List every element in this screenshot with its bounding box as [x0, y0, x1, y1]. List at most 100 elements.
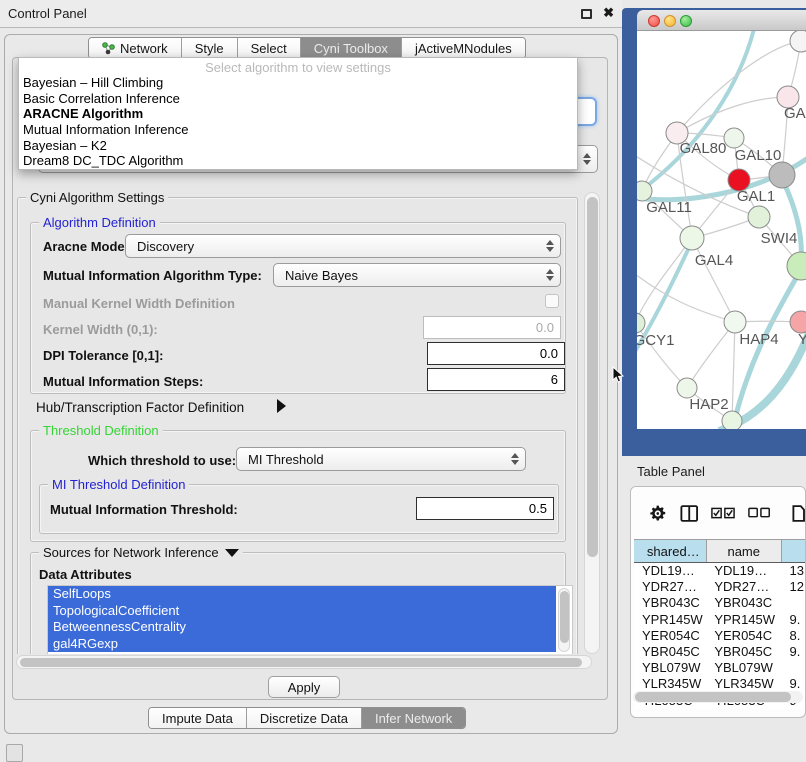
algorithm-option[interactable]: Bayesian – Hill Climbing — [19, 75, 577, 91]
column-header[interactable]: shared… — [634, 540, 707, 562]
close-panel-icon[interactable]: ✖ — [603, 5, 614, 21]
table-row[interactable]: YBR043CYBR043C — [634, 595, 806, 611]
combo-arrows-icon — [546, 240, 554, 252]
network-node-hap4[interactable] — [724, 311, 746, 333]
kernel-width-label: Kernel Width (0,1): — [43, 322, 158, 337]
network-desktop: GALGAL80GAL10GAL1GAL11GAL4SWI4GCY1HAP4YH… — [622, 8, 806, 456]
float-panel-icon[interactable] — [581, 9, 592, 19]
panel-grip-button[interactable] — [6, 744, 23, 762]
expand-arrow-icon[interactable] — [277, 399, 286, 413]
tab-discretize-data[interactable]: Discretize Data — [247, 708, 362, 728]
aracne-mode-combo[interactable]: Discovery — [125, 234, 561, 258]
table-cell: YDR27… — [634, 579, 706, 595]
mi-threshold-group-title: MI Threshold Definition — [48, 477, 189, 492]
table-cell — [781, 595, 806, 611]
network-canvas[interactable]: GALGAL80GAL10GAL1GAL11GAL4SWI4GCY1HAP4YH… — [637, 31, 806, 429]
manual-kernel-checkbox[interactable] — [545, 294, 559, 308]
network-node-swi4[interactable] — [787, 252, 806, 280]
tab-infer-network[interactable]: Infer Network — [362, 708, 465, 728]
algorithm-option[interactable]: Basic Correlation Inference — [19, 91, 577, 107]
combo-arrows-icon — [583, 153, 591, 165]
tab-select[interactable]: Select — [238, 38, 301, 58]
network-node[interactable] — [790, 31, 806, 52]
table-row[interactable]: YER054CYER054C8. — [634, 628, 806, 644]
tab-label: jActiveMNodules — [415, 41, 512, 56]
tab-network[interactable]: Network — [89, 38, 182, 58]
table-cell: YPR145W — [634, 612, 706, 628]
aracne-mode-label: Aracne Mode: — [43, 239, 129, 254]
table-toolbar — [631, 487, 805, 539]
gear-icon[interactable] — [649, 504, 667, 523]
close-window-icon[interactable] — [648, 15, 660, 27]
table-row[interactable]: YBL079WYBL079W — [634, 660, 806, 676]
dpi-tolerance-label: DPI Tolerance [0,1]: — [43, 348, 163, 363]
mi-steps-field[interactable] — [427, 368, 565, 391]
tab-cyni-toolbox[interactable]: Cyni Toolbox — [301, 38, 402, 58]
node-label: GAL11 — [646, 199, 692, 216]
minimize-window-icon[interactable] — [664, 15, 676, 27]
zoom-window-icon[interactable] — [680, 15, 692, 27]
table-cell: 8. — [781, 628, 806, 644]
attribute-list-item[interactable]: TopologicalCoefficient — [48, 603, 556, 620]
table-cell: 9. — [781, 644, 806, 660]
apply-button[interactable]: Apply — [268, 676, 340, 698]
table-row[interactable]: YDL19…YDL19…13 — [634, 563, 806, 579]
network-node-y[interactable] — [790, 311, 806, 333]
network-node[interactable] — [769, 162, 795, 188]
split-columns-icon[interactable] — [680, 504, 698, 523]
table-cell: YBR043C — [634, 595, 706, 611]
node-label: HAP2 — [689, 396, 728, 413]
export-table-icon[interactable] — [792, 504, 805, 523]
table-cell: YDL19… — [634, 563, 706, 579]
table-row[interactable]: YPR145WYPR145W9. — [634, 612, 806, 628]
data-attributes-list[interactable]: SelfLoopsTopologicalCoefficientBetweenne… — [47, 585, 573, 654]
table-cell: YBL079W — [706, 660, 781, 676]
mi-algorithm-type-combo[interactable]: Naive Bayes — [273, 263, 561, 287]
table-cell: YBR045C — [634, 644, 706, 660]
attribute-list-item[interactable]: BetweennessCentrality — [48, 619, 556, 636]
collapse-arrow-icon[interactable] — [225, 549, 239, 557]
cyni-settings-group-title: Cyni Algorithm Settings — [26, 190, 168, 205]
column-header[interactable] — [782, 540, 806, 562]
settings-vscrollbar[interactable] — [584, 192, 600, 654]
network-node-gal11[interactable] — [637, 181, 652, 201]
network-node[interactable] — [748, 206, 770, 228]
select-all-icon[interactable] — [711, 507, 735, 520]
node-label: Y — [798, 331, 806, 348]
network-node-hap2[interactable] — [677, 378, 697, 398]
attribute-list-scrollbar[interactable] — [558, 588, 570, 652]
control-panel-titlebar: Control Panel ✖ — [0, 0, 622, 28]
threshold-definition-group: Threshold Definition Which threshold to … — [30, 430, 566, 542]
tab-jactivemnodules[interactable]: jActiveMNodules — [402, 38, 525, 58]
network-window-titlebar[interactable] — [637, 10, 806, 31]
network-node-gal4[interactable] — [680, 226, 704, 250]
settings-hscrollbar[interactable] — [16, 655, 592, 669]
deselect-all-icon[interactable] — [748, 507, 771, 519]
mi-threshold-group: MI Threshold Definition Mutual Informati… — [39, 484, 559, 534]
which-threshold-combo[interactable]: MI Threshold — [236, 447, 526, 471]
network-node-gcy1[interactable] — [637, 313, 645, 333]
aracne-mode-value: Discovery — [137, 239, 194, 254]
network-node-gal10[interactable] — [724, 128, 744, 148]
algorithm-option[interactable]: Bayesian – K2 — [19, 138, 577, 154]
node-label: SWI4 — [761, 230, 798, 247]
mi-threshold-field[interactable] — [416, 497, 554, 520]
kernel-width-field[interactable] — [423, 316, 561, 339]
algorithm-dropdown-popup: Select algorithm to view settings Bayesi… — [18, 57, 578, 170]
table-row[interactable]: YBR045CYBR045C9. — [634, 644, 806, 660]
tab-impute-data[interactable]: Impute Data — [149, 708, 247, 728]
algorithm-option[interactable]: Dream8 DC_TDC Algorithm — [19, 153, 577, 169]
attribute-list-item[interactable]: SelfLoops — [48, 586, 556, 603]
network-node[interactable] — [722, 411, 742, 429]
mouse-cursor — [612, 366, 624, 384]
algorithm-option[interactable]: Mutual Information Inference — [19, 122, 577, 138]
sources-group-title-row: Sources for Network Inference — [39, 545, 243, 560]
attribute-list-item[interactable]: gal4RGexp — [48, 636, 556, 653]
apply-button-label: Apply — [288, 680, 321, 695]
table-row[interactable]: YDR27…YDR27…12 — [634, 579, 806, 595]
tab-style[interactable]: Style — [182, 38, 238, 58]
table-hscrollbar[interactable] — [633, 691, 803, 703]
dpi-tolerance-field[interactable] — [427, 342, 565, 365]
algorithm-option[interactable]: ARACNE Algorithm — [19, 106, 577, 122]
column-header[interactable]: name — [707, 540, 782, 562]
